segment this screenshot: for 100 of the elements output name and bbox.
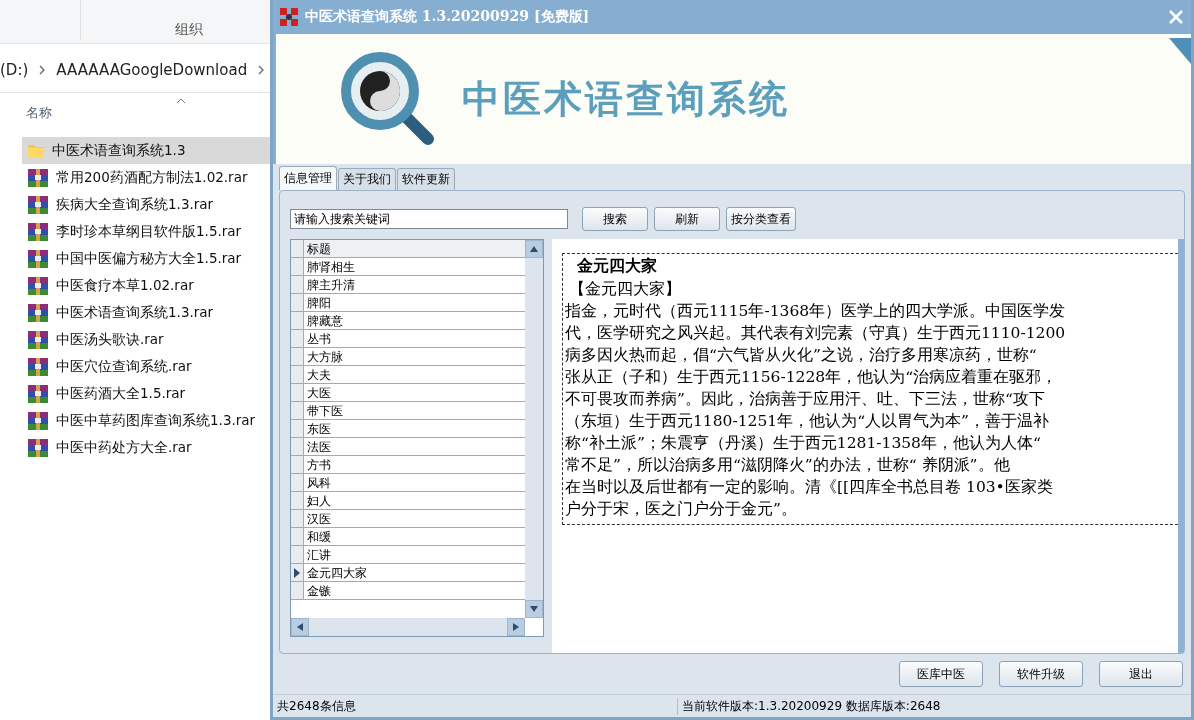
breadcrumb-item[interactable]: (D:) <box>0 61 29 79</box>
file-item[interactable]: 中医汤头歌诀.rar <box>22 326 270 353</box>
grid-cell-text: 法医 <box>306 439 331 455</box>
breadcrumb-item[interactable]: AAAAAAGoogleDownload <box>56 61 248 79</box>
search-button[interactable]: 刷新 <box>654 207 720 231</box>
file-item[interactable]: 中医中草药图库查询系统1.3.rar <box>22 407 270 434</box>
file-item[interactable]: 中医药酒大全1.5.rar <box>22 380 270 407</box>
archive-icon <box>28 384 48 403</box>
footer-button[interactable]: 医库中医 <box>899 661 983 687</box>
article-line: 称“补土派”；朱震亨（丹溪）生于西元1281-1358年，他认为人体“ <box>565 433 1041 454</box>
file-item[interactable]: 中医术语查询系统1.3 <box>22 137 270 164</box>
grid-cell-text: 肺肾相生 <box>306 259 355 275</box>
down-arrow-icon <box>530 606 538 612</box>
column-header[interactable]: 名称 <box>26 104 52 122</box>
article-line: （东垣）生于西元1180-1251年，他认为“人以胃气为本”，善于温补 <box>565 411 1049 432</box>
article-line: 户分于宋，医之门户分于金元”。 <box>565 499 797 520</box>
file-item[interactable]: 中医中药处方大全.rar <box>22 434 270 461</box>
chevron-icon <box>38 65 47 75</box>
file-name: 李时珍本草纲目软件版1.5.rar <box>56 222 242 241</box>
article-line: 张从正（子和）生于西元1156-1228年，他认为“治病应着重在驱邪， <box>565 367 1058 388</box>
grid-cell-text: 金镞 <box>306 583 331 599</box>
article-line: 病多因火热而起，倡“六气皆从火化”之说，治疗多用寒凉药，世称“ <box>565 345 1037 366</box>
grid-cell-text: 带下医 <box>306 403 343 419</box>
search-button[interactable]: 搜索 <box>582 207 648 231</box>
vertical-scrollbar[interactable] <box>525 240 543 618</box>
grid-cell-text: 金元四大家 <box>306 565 367 581</box>
article-line: 代，医学研究之风兴起。其代表有刘完素（守真）生于西元1110-1200 <box>565 323 1066 344</box>
scroll-right-button[interactable] <box>507 618 525 636</box>
file-item[interactable]: 中医术语查询系统1.3.rar <box>22 299 270 326</box>
grid-cell-text: 丛书 <box>306 331 331 347</box>
grid-cell-text: 妇人 <box>306 493 331 509</box>
footer-button[interactable]: 软件升级 <box>999 661 1083 687</box>
file-name: 中医汤头歌诀.rar <box>56 330 164 349</box>
file-name: 中医药酒大全1.5.rar <box>56 384 186 403</box>
archive-icon <box>28 357 48 376</box>
corner-mark <box>1169 38 1191 64</box>
scroll-left-button[interactable] <box>291 618 309 636</box>
grid-cell-text: 脾藏意 <box>306 313 343 329</box>
app-icon <box>279 7 299 27</box>
file-item[interactable]: 中国中医偏方秘方大全1.5.rar <box>22 245 270 272</box>
file-item[interactable]: 常用200药酒配方制法1.02.rar <box>22 164 270 191</box>
close-button[interactable] <box>1167 8 1185 26</box>
archive-icon <box>28 438 48 457</box>
file-name: 中医穴位查询系统.rar <box>56 357 192 376</box>
archive-icon <box>28 168 48 187</box>
right-arrow-icon <box>513 623 519 631</box>
file-name: 常用200药酒配方制法1.02.rar <box>56 168 248 187</box>
grid-cell-text: 脾主升清 <box>306 277 355 293</box>
grid-cell-text: 方书 <box>306 457 331 473</box>
grid-cell-text: 汉医 <box>306 511 331 527</box>
folder-icon <box>28 143 44 158</box>
status-text: 当前软件版本:1.3.20200929 数据库版本:2648 <box>677 697 941 715</box>
grid-cell-text: 大夫 <box>306 367 331 383</box>
horizontal-scrollbar[interactable] <box>291 618 525 636</box>
tab[interactable]: 关于我们 <box>338 168 396 190</box>
file-name: 中医术语查询系统1.3.rar <box>56 303 214 322</box>
grid-cell-text: 脾阳 <box>306 295 331 311</box>
file-item[interactable]: 李时珍本草纲目软件版1.5.rar <box>22 218 270 245</box>
file-name: 中医中药处方大全.rar <box>56 438 192 457</box>
search-button[interactable]: 按分类查看 <box>726 207 796 231</box>
archive-icon <box>28 249 48 268</box>
article-line: 指金，元时代（西元1115年-1368年）医学上的四大学派。中国医学发 <box>565 301 1066 322</box>
article-subheading: 【金元四大家】 <box>568 279 682 300</box>
footer-button[interactable]: 退出 <box>1099 661 1183 687</box>
archive-icon <box>28 195 48 214</box>
grid-cell-text: 东医 <box>306 421 331 437</box>
up-arrow-icon <box>530 246 538 252</box>
grid-cell-text: 风科 <box>306 475 331 491</box>
file-name: 中医食疗本草1.02.rar <box>56 276 194 295</box>
scroll-up-button[interactable] <box>525 240 543 258</box>
scroll-down-button[interactable] <box>525 600 543 618</box>
current-row-icon <box>294 567 300 578</box>
left-arrow-icon <box>297 623 303 631</box>
row-header[interactable] <box>291 564 304 581</box>
archive-icon <box>28 330 48 349</box>
article-heading: 金元四大家 <box>576 256 658 277</box>
grid-cell-text: 和缓 <box>306 529 331 545</box>
toolbar-label[interactable]: 组织 <box>175 21 203 39</box>
chevron-icon <box>257 65 266 75</box>
sort-up-icon <box>176 98 186 104</box>
file-name: 疾病大全查询系统1.3.rar <box>56 195 214 214</box>
article-line: 在当时以及后世都有一定的影响。清《[[四库全书总目卷 103•医家类 <box>565 477 1053 498</box>
archive-icon <box>28 276 48 295</box>
file-name: 中医术语查询系统1.3 <box>52 141 186 160</box>
tab[interactable]: 信息管理 <box>279 166 337 190</box>
article-line: 常不足”，所以治病多用“滋阴降火”的办法，世称“ 养阴派”。他 <box>565 455 1010 476</box>
window-title: 中医术语查询系统 1.3.20200929 [免费版] <box>305 8 591 26</box>
archive-icon <box>28 222 48 241</box>
file-item[interactable]: 中医食疗本草1.02.rar <box>22 272 270 299</box>
file-item[interactable]: 中医穴位查询系统.rar <box>22 353 270 380</box>
status-text: 共2648条信息 <box>276 697 357 715</box>
file-item[interactable]: 疾病大全查询系统1.3.rar <box>22 191 270 218</box>
search-field[interactable]: 请输入搜索关键词 <box>290 209 568 229</box>
tab[interactable]: 软件更新 <box>397 168 455 190</box>
column-header[interactable]: 标题 <box>304 240 525 257</box>
grid-cell-text: 汇讲 <box>306 547 331 563</box>
archive-icon <box>28 303 48 322</box>
file-name: 中国中医偏方秘方大全1.5.rar <box>56 249 242 268</box>
archive-icon <box>28 411 48 430</box>
banner-title: 中医术语查询系统 <box>462 75 790 123</box>
